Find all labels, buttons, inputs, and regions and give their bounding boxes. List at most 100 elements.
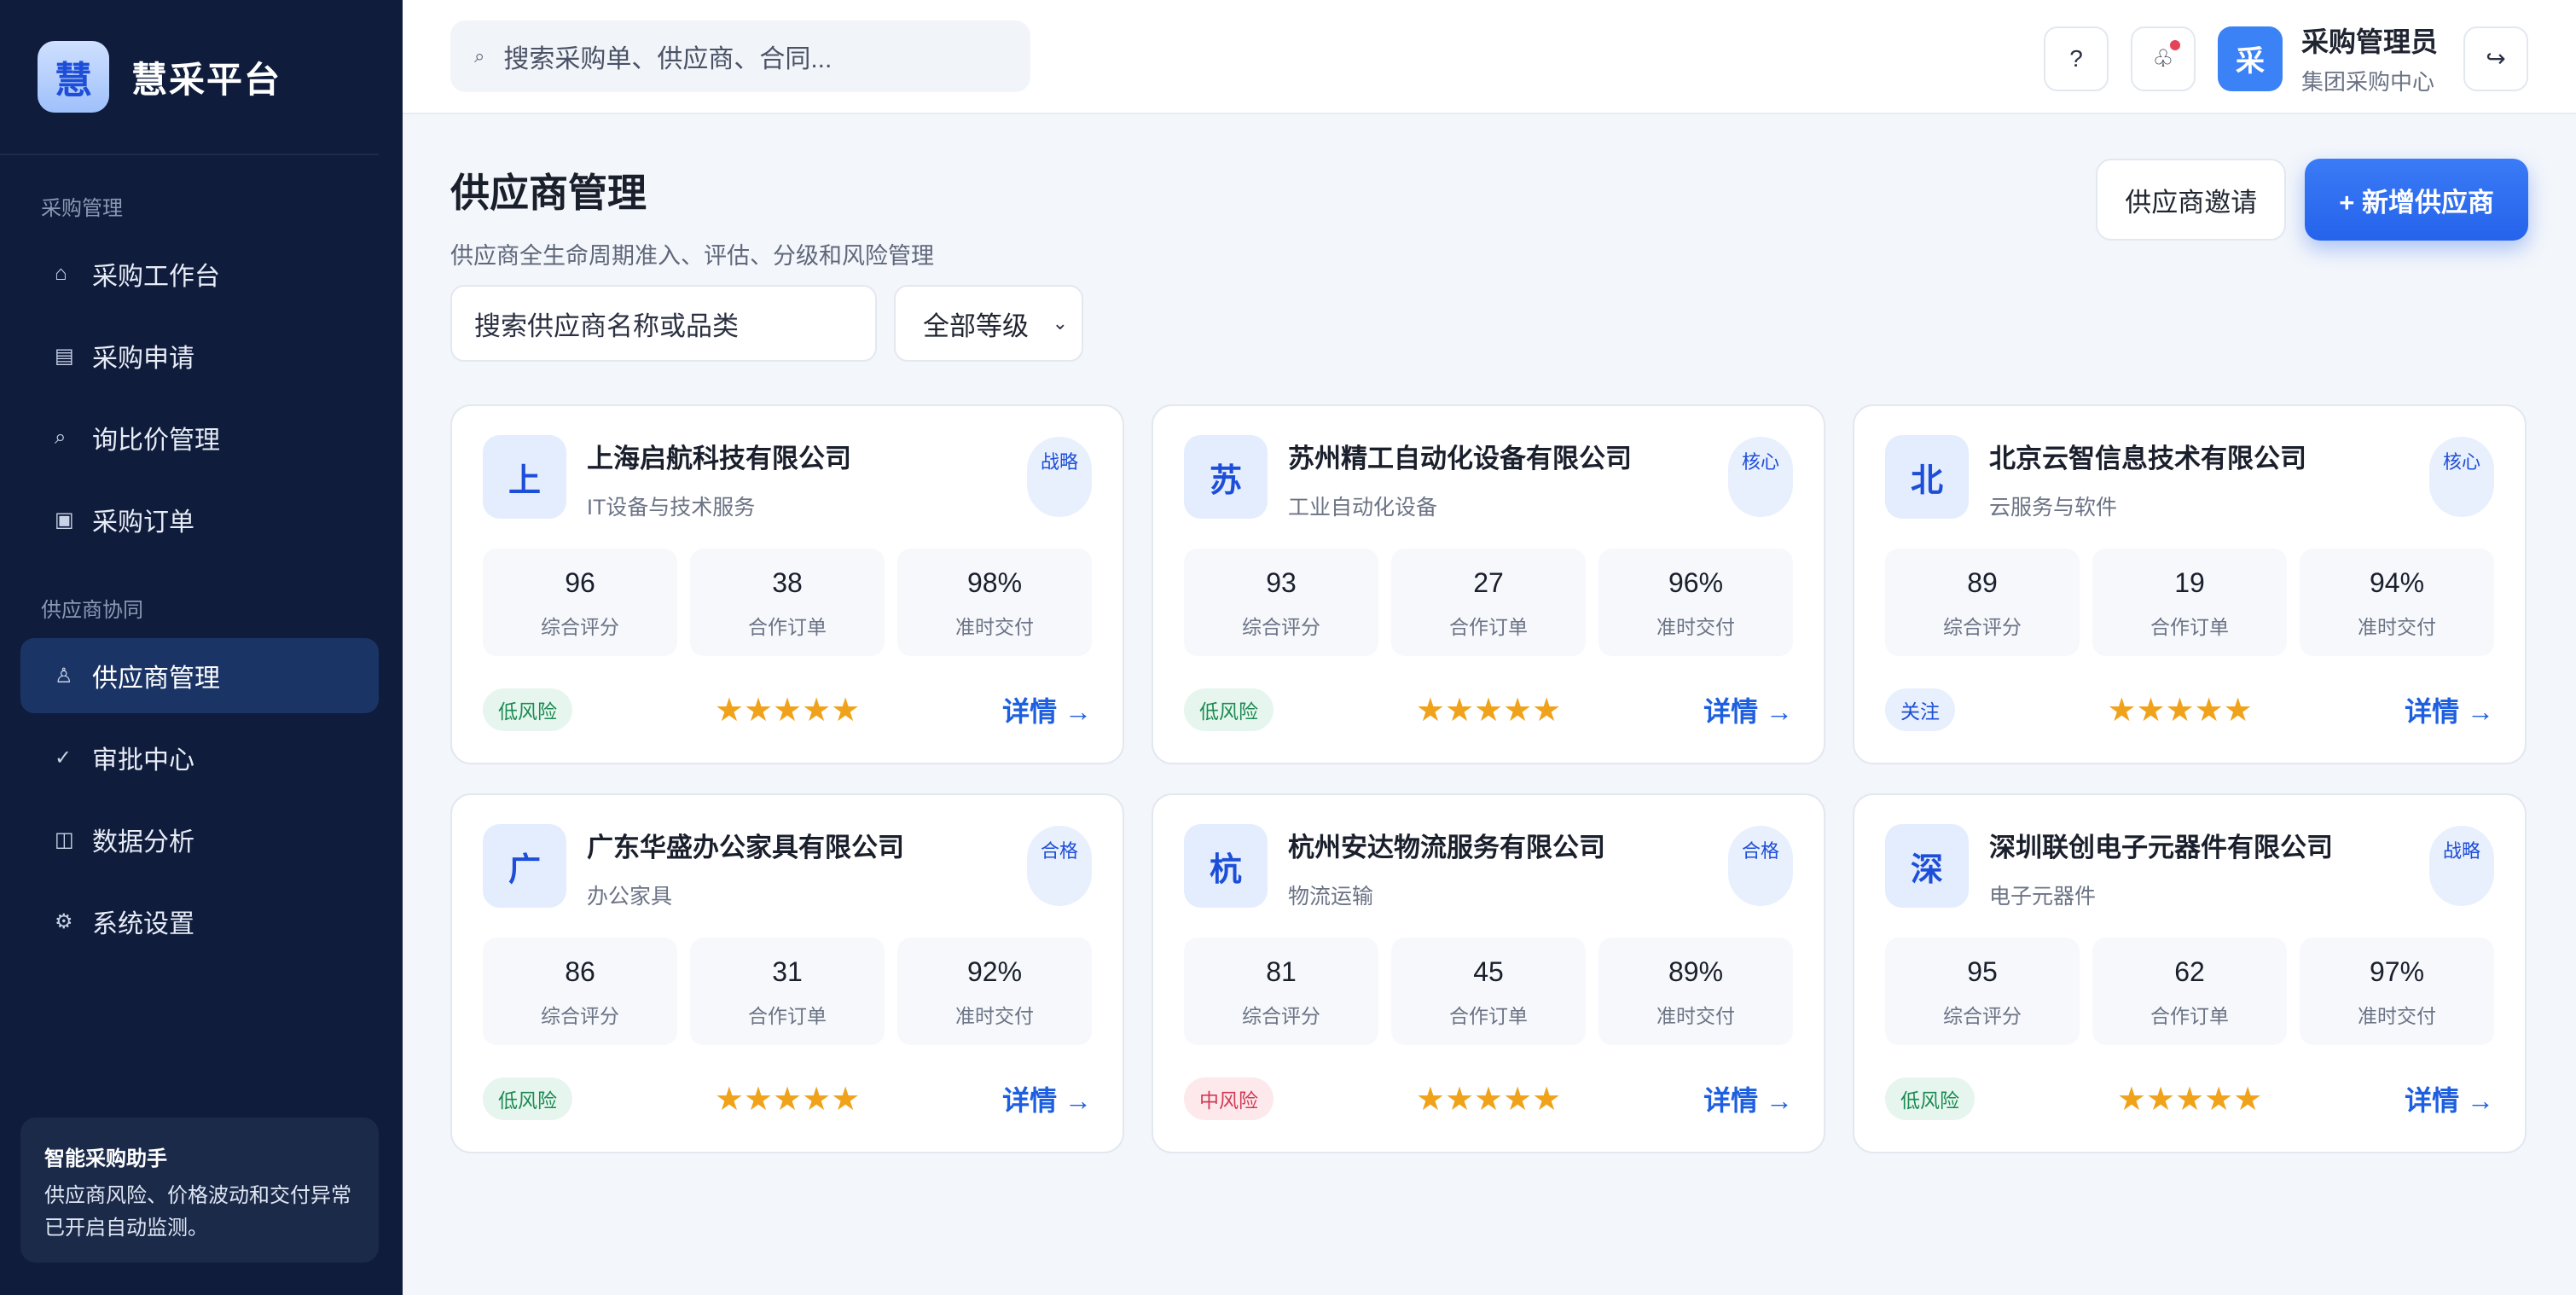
sidebar-item-quotes[interactable]: ⌕ 询比价管理 (20, 400, 379, 475)
sidebar-item-requests[interactable]: ▤ 采购申请 (20, 318, 379, 393)
star-rating: ★★★★★ (714, 1081, 861, 1118)
logout-button[interactable]: ↪ (2463, 26, 2528, 91)
supplier-name: 广东华盛办公家具有限公司 (587, 833, 904, 862)
metric-value: 89 (1967, 567, 1998, 598)
detail-link[interactable]: 详情 → (2405, 690, 2494, 729)
metric-score: 96 综合评分 (483, 549, 677, 656)
supplier-name: 深圳联创电子元器件有限公司 (1989, 833, 2333, 862)
metric-label: 综合评分 (1242, 1005, 1320, 1027)
supplier-name: 杭州安达物流服务有限公司 (1288, 833, 1605, 862)
sidebar-item-workbench[interactable]: ⌂ 采购工作台 (20, 236, 379, 311)
topbar: ⌕ 搜索采购单、供应商、合同... ? ♧ 采 采购管理员 集团采购中心 ↪ (403, 0, 2576, 114)
metric-label: 合作订单 (2150, 1005, 2229, 1027)
sidebar-item-label: 供应商管理 (92, 665, 220, 693)
metric-orders: 27 合作订单 (1391, 549, 1586, 656)
invite-supplier-button[interactable]: 供应商邀请 (2096, 159, 2287, 241)
supplier-card[interactable]: 北 北京云智信息技术有限公司 云服务与软件 核心 89 综合评分 19 合作订单 9… (1853, 404, 2527, 764)
sidebar-item-label: 系统设置 (92, 910, 194, 938)
avatar[interactable]: 采 (2217, 26, 2283, 91)
metric-label: 准时交付 (955, 1005, 1034, 1027)
level-badge: 战略 (2429, 826, 2494, 906)
supplier-card[interactable]: 深 深圳联创电子元器件有限公司 电子元器件 战略 95 综合评分 62 合作订单 9… (1853, 793, 2527, 1153)
supplier-card[interactable]: 上 上海启航科技有限公司 IT设备与技术服务 战略 96 综合评分 38 合作订单 … (450, 404, 1124, 764)
sidebar-item-settings[interactable]: ⚙ 系统设置 (20, 884, 379, 959)
metric-value: 19 (2174, 567, 2205, 598)
metric-value: 93 (1266, 567, 1297, 598)
add-supplier-button[interactable]: + 新增供应商 (2305, 159, 2528, 241)
supplier-name: 北京云智信息技术有限公司 (1989, 444, 2306, 473)
metric-ontime: 92% 准时交付 (897, 938, 1092, 1045)
sidebar: 慧 慧采平台 采购管理 ⌂ 采购工作台 ▤ 采购申请 ⌕ 询比价管理 ▣ 采购订… (0, 0, 403, 1295)
supplier-avatar: 北 (1885, 435, 1969, 519)
metric-label: 综合评分 (1943, 1005, 2022, 1027)
detail-link[interactable]: 详情 → (2405, 1079, 2494, 1118)
risk-badge: 低风险 (1184, 688, 1273, 731)
metric-value: 98% (966, 567, 1023, 598)
supplier-icon: ♙ (55, 664, 73, 688)
sidebar-item-approvals[interactable]: ✓ 审批中心 (20, 720, 379, 795)
page-header: 供应商管理 供应商全生命周期准入、评估、分级和风险管理 供应商邀请 + 新增供应… (403, 114, 2576, 285)
detail-link[interactable]: 详情 → (1002, 1079, 1092, 1118)
main-content: ⌕ 搜索采购单、供应商、合同... ? ♧ 采 采购管理员 集团采购中心 ↪ 供… (403, 0, 2576, 1295)
metric-label: 合作订单 (1449, 616, 1528, 638)
metric-score: 95 综合评分 (1885, 938, 2080, 1045)
global-search-input[interactable]: ⌕ 搜索采购单、供应商、合同... (450, 20, 1030, 92)
logout-icon: ↪ (2486, 45, 2506, 72)
metric-label: 合作订单 (748, 1005, 827, 1027)
metric-value: 89% (1668, 956, 1724, 987)
risk-badge: 低风险 (483, 1077, 572, 1120)
nav-group-procurement: 采购管理 ⌂ 采购工作台 ▤ 采购申请 ⌕ 询比价管理 ▣ 采购订单 (0, 191, 403, 557)
metric-label: 综合评分 (1242, 616, 1320, 638)
metric-score: 89 综合评分 (1885, 549, 2080, 656)
metric-orders: 31 合作订单 (690, 938, 885, 1045)
brand-name: 慧采平台 (131, 59, 282, 100)
detail-link[interactable]: 详情 → (1703, 1079, 1793, 1118)
metric-value: 97% (2369, 956, 2425, 987)
level-select[interactable]: 全部等级 ⌄ (894, 285, 1083, 362)
brand[interactable]: 慧 慧采平台 (0, 0, 379, 155)
nav-group-supplier: 供应商协同 ♙ 供应商管理 ✓ 审批中心 ◫ 数据分析 ⚙ 系统设置 (0, 593, 403, 959)
assistant-title: 智能采购助手 (44, 1147, 167, 1170)
help-button[interactable]: ? (2043, 26, 2109, 91)
risk-badge: 中风险 (1184, 1077, 1273, 1120)
document-icon: ▤ (55, 344, 74, 368)
metric-value: 92% (966, 956, 1023, 987)
assistant-text: 供应商风险、价格波动和交付异常已开启自动监测。 (44, 1184, 351, 1240)
supplier-category: 办公家具 (587, 885, 673, 909)
metric-label: 准时交付 (2358, 1005, 2436, 1027)
notification-button[interactable]: ♧ (2130, 26, 2196, 91)
search-icon: ⌕ (474, 45, 485, 67)
metric-label: 准时交付 (1656, 616, 1735, 638)
supplier-card[interactable]: 杭 杭州安达物流服务有限公司 物流运输 合格 81 综合评分 45 合作订单 89%… (1152, 793, 1825, 1153)
sidebar-item-analytics[interactable]: ◫ 数据分析 (20, 802, 379, 877)
sidebar-item-orders[interactable]: ▣ 采购订单 (20, 482, 379, 557)
metric-value: 94% (2369, 567, 2425, 598)
supplier-category: 云服务与软件 (1989, 496, 2118, 520)
supplier-name: 苏州精工自动化设备有限公司 (1288, 444, 1632, 473)
risk-badge: 关注 (1885, 688, 1955, 731)
assistant-panel: 智能采购助手 供应商风险、价格波动和交付异常已开启自动监测。 (20, 1118, 379, 1263)
supplier-name: 上海启航科技有限公司 (587, 444, 851, 473)
metric-score: 93 综合评分 (1184, 549, 1378, 656)
metric-label: 准时交付 (2358, 616, 2436, 638)
supplier-card[interactable]: 苏 苏州精工自动化设备有限公司 工业自动化设备 核心 93 综合评分 27 合作订单… (1152, 404, 1825, 764)
supplier-avatar: 广 (483, 824, 566, 908)
user-info[interactable]: 采购管理员 集团采购中心 (2301, 20, 2438, 96)
metric-label: 综合评分 (541, 1005, 619, 1027)
detail-link[interactable]: 详情 → (1002, 690, 1092, 729)
brand-logo: 慧 (38, 41, 109, 113)
supplier-category: IT设备与技术服务 (587, 496, 756, 520)
chart-icon: ◫ (55, 828, 74, 851)
supplier-card[interactable]: 广 广东华盛办公家具有限公司 办公家具 合格 86 综合评分 31 合作订单 92%… (450, 793, 1124, 1153)
sidebar-item-suppliers[interactable]: ♙ 供应商管理 (20, 638, 379, 713)
user-name: 采购管理员 (2300, 26, 2438, 57)
detail-link[interactable]: 详情 → (1703, 690, 1793, 729)
check-icon: ✓ (55, 746, 73, 769)
home-icon: ⌂ (55, 262, 67, 285)
metric-ontime: 96% 准时交付 (1598, 549, 1793, 656)
chevron-down-icon: ⌄ (1052, 312, 1068, 334)
metric-label: 合作订单 (748, 616, 827, 638)
metric-label: 准时交付 (1656, 1005, 1735, 1027)
metric-value: 81 (1266, 956, 1297, 987)
supplier-search-input[interactable]: 搜索供应商名称或品类 (450, 285, 877, 362)
